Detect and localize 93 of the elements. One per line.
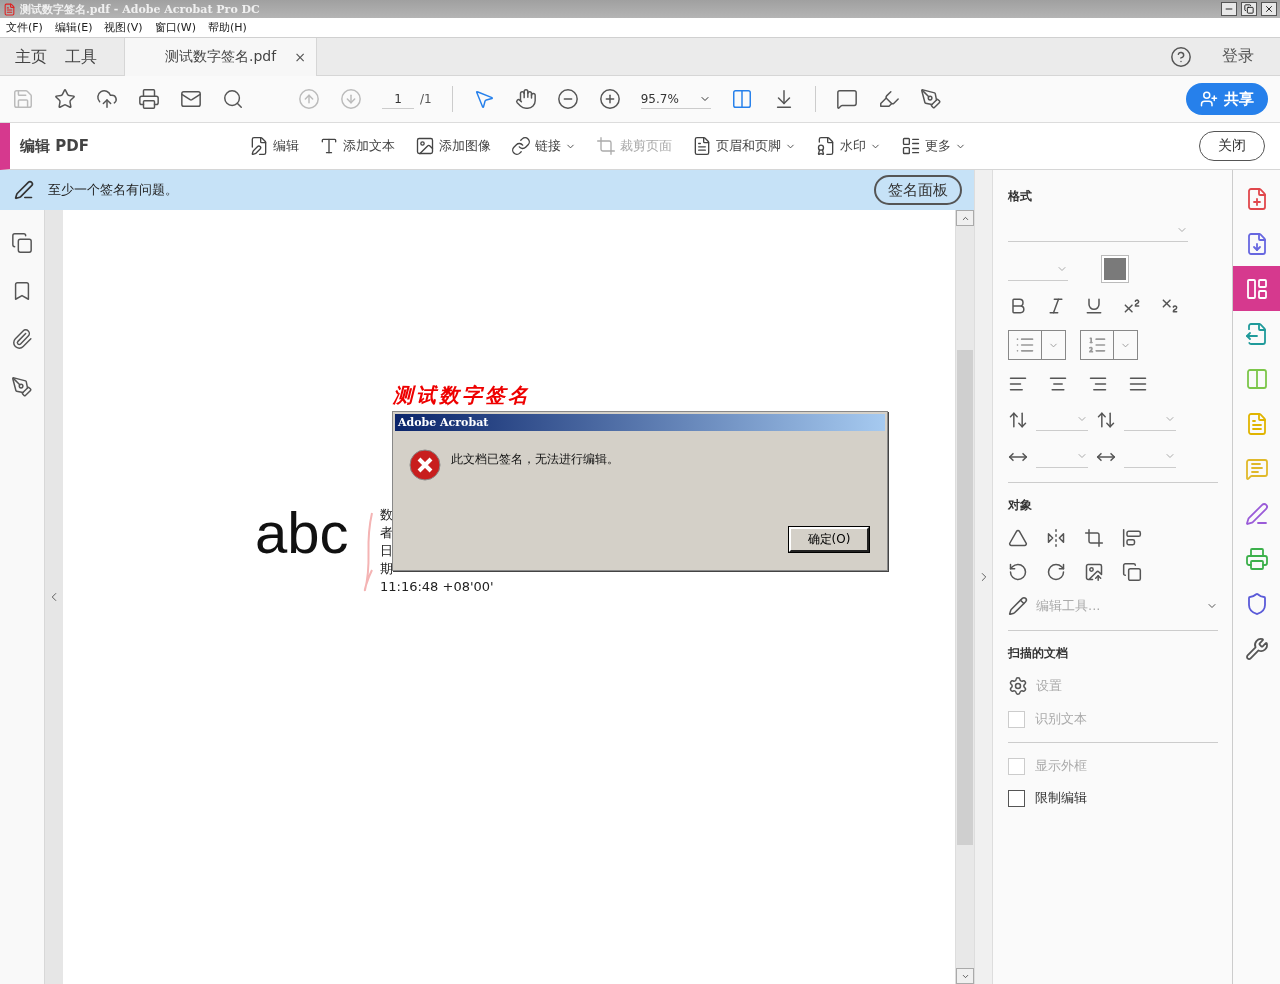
search-icon[interactable] (222, 88, 244, 110)
tab[interactable]: 测试数字签名.pdf × (124, 38, 317, 76)
star-icon[interactable] (54, 88, 76, 110)
triangle-icon (1008, 528, 1029, 548)
zoom-field[interactable]: 95.7% (640, 89, 711, 109)
flip-icon (1046, 528, 1067, 548)
tab[interactable]: 工具 (56, 38, 106, 76)
close-tool-button[interactable]: 关闭 (1199, 131, 1265, 161)
bullet-list-icon (1015, 335, 1036, 355)
scrollbar-thumb[interactable] (957, 349, 974, 845)
export-icon (1244, 321, 1269, 346)
watermark-tool-icon (815, 136, 836, 156)
error-icon (409, 449, 441, 481)
pen-nib-icon[interactable] (11, 376, 33, 398)
gear-icon (1008, 676, 1029, 696)
hand-icon[interactable] (514, 88, 537, 110)
app-icon (3, 2, 16, 16)
menu-item[interactable]: 窗口(W) (154, 20, 197, 35)
align-objects-icon (1122, 528, 1143, 548)
minimize-button[interactable] (1221, 2, 1237, 16)
restore-button[interactable] (1241, 2, 1257, 16)
pencil-icon (1008, 596, 1029, 616)
page-total: /1 (420, 92, 432, 106)
highlighter-icon[interactable] (877, 88, 900, 110)
signature-text: 数 (380, 506, 394, 524)
color-swatch[interactable] (1102, 256, 1129, 282)
zoom-in-icon[interactable] (598, 88, 621, 110)
bullet-list-button[interactable] (1008, 330, 1067, 360)
rotate-right-icon (1046, 562, 1067, 582)
more-tool-icon (900, 136, 921, 156)
print-icon[interactable] (138, 88, 160, 110)
help-icon[interactable] (1170, 45, 1192, 68)
tool-button[interactable]: 页眉和页脚 (691, 136, 796, 156)
login-link[interactable]: 登录 (1222, 46, 1254, 67)
menu-item[interactable]: 文件(F) (6, 20, 43, 35)
checkbox[interactable] (1008, 789, 1026, 807)
comment-icon[interactable] (835, 88, 858, 110)
close-button[interactable] (1261, 2, 1277, 16)
numbered-list-icon (1087, 335, 1108, 355)
signature-text: 期 (380, 560, 394, 578)
share-button[interactable]: 共享 (1186, 83, 1268, 115)
signature-text: 者 (380, 524, 394, 542)
tool-button[interactable]: 添加文本 (318, 136, 395, 156)
arrange-icon (1122, 562, 1143, 582)
section-title: 对象 (1008, 497, 1034, 514)
tool-button[interactable]: 添加图像 (414, 136, 491, 156)
paperclip-icon[interactable] (11, 328, 33, 350)
signature-text: 日 (380, 542, 394, 560)
option-label[interactable]: 限制编辑 (1008, 789, 1219, 807)
menu-item[interactable]: 编辑(E) (54, 20, 93, 35)
cloud-upload-icon[interactable] (96, 88, 118, 110)
dialog-title: Adobe Acrobat (395, 414, 885, 431)
tab-close-button[interactable]: × (294, 49, 306, 65)
close-icon (1264, 4, 1274, 14)
pen-icon[interactable] (919, 88, 942, 110)
mail-icon[interactable] (180, 88, 202, 110)
tool-button[interactable]: 更多 (900, 136, 966, 156)
signature-text: 11:16:48 +08'00' (380, 578, 494, 596)
organize-icon (1244, 276, 1269, 301)
align-right-icon (1088, 374, 1109, 394)
numbered-list-button[interactable] (1080, 330, 1139, 360)
tab[interactable]: 主页 (6, 38, 56, 76)
tool-button[interactable]: 水印 (815, 136, 881, 156)
tool-rail-button[interactable] (1233, 266, 1280, 311)
tool-button[interactable]: 链接 (510, 136, 576, 156)
crop-tool-icon (595, 136, 616, 156)
align-left-icon (1008, 374, 1029, 394)
menu-item[interactable]: 视图(V) (104, 20, 143, 35)
align-justify-icon (1128, 374, 1149, 394)
tool-button[interactable]: 编辑 (248, 136, 299, 156)
restore-icon (1244, 4, 1254, 14)
dialog-message: 此文档已签名，无法进行编辑。 (451, 451, 619, 468)
page-number-field[interactable]: 1 (382, 89, 414, 109)
ok-button[interactable]: 确定(O) (789, 527, 869, 552)
pages-icon[interactable] (11, 232, 33, 254)
section-title: 扫描的文档 (1008, 645, 1070, 662)
print-icon (1244, 546, 1269, 571)
document-heading: 测试数字签名 (393, 382, 531, 409)
document-text: abc (255, 504, 349, 562)
section-title: 格式 (1008, 188, 1034, 205)
tool-title: 编辑 PDF (20, 136, 89, 156)
notice-text: 至少一个签名有问题。 (48, 181, 179, 199)
rotate-left-icon (1008, 562, 1029, 582)
align-center-icon (1048, 374, 1069, 394)
signature-panel-button[interactable]: 签名面板 (874, 175, 963, 205)
window-title: 测试数字签名.pdf - Adobe Acrobat Pro DC (20, 1, 261, 17)
link-tool-icon (510, 136, 531, 156)
replace-image-icon (1084, 562, 1105, 582)
add-user-icon (1200, 90, 1218, 108)
comment-icon (1244, 456, 1269, 481)
menu-item[interactable]: 帮助(H) (208, 20, 247, 35)
zoom-out-icon[interactable] (556, 88, 579, 110)
image-tool-icon (414, 136, 435, 156)
